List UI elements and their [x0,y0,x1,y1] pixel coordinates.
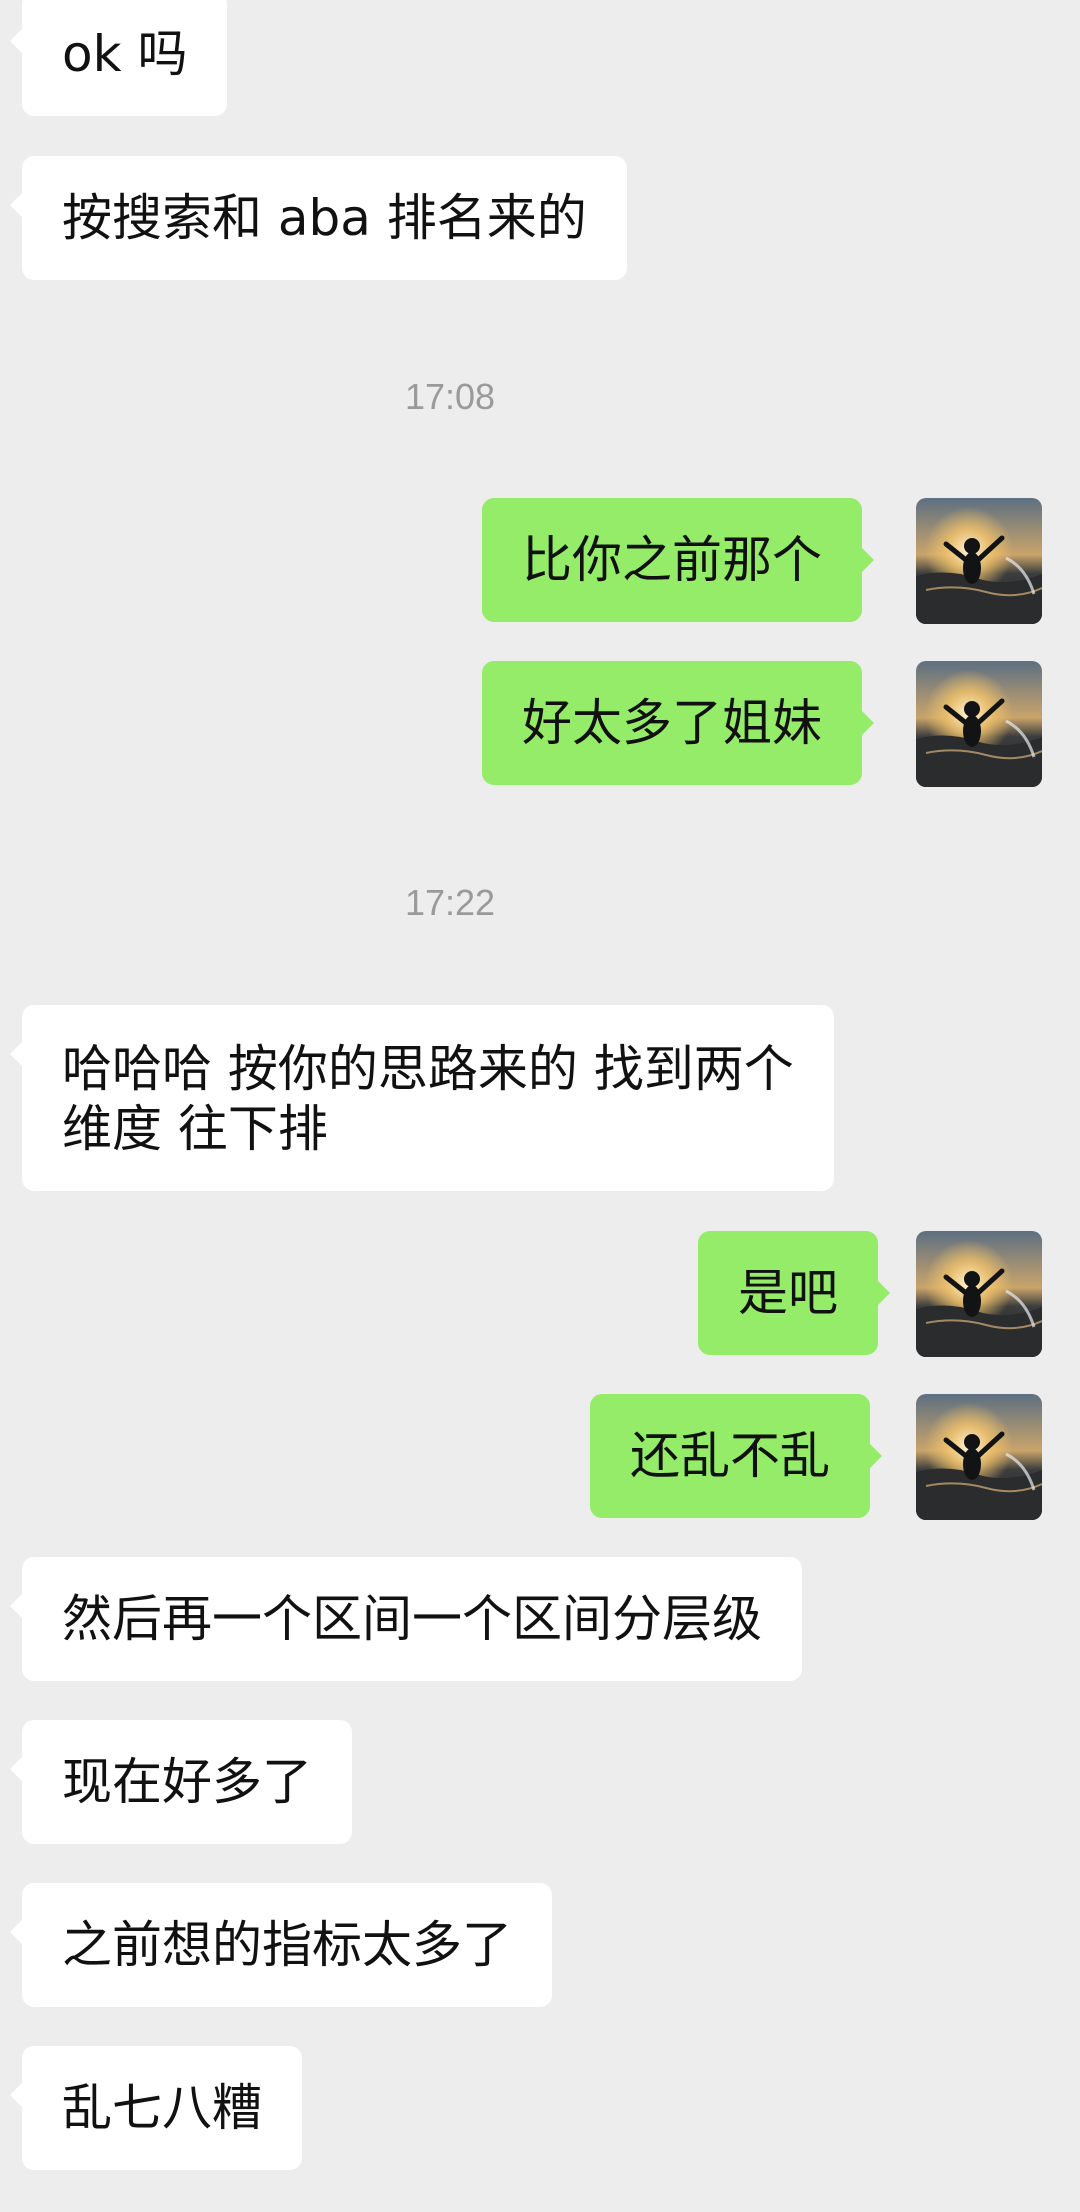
message-text: 是吧 [738,1264,838,1322]
bubble-tail [861,547,874,573]
outgoing-message-bubble[interactable]: 好太多了姐妹 [482,661,874,785]
message-text: 比你之前那个 [522,531,822,589]
avatar-person-in-water-icon [916,661,1042,787]
message-text: 按搜索和 aba 排名来的 [62,189,587,247]
my-avatar[interactable] [916,1394,1042,1520]
incoming-message-bubble[interactable]: 之前想的指标太多了 [10,1883,552,2007]
incoming-message-bubble[interactable]: 然后再一个区间一个区间分层级 [10,1557,802,1681]
bubble-tail [10,192,23,218]
message-text: 然后再一个区间一个区间分层级 [62,1590,762,1648]
message-text: 好太多了姐妹 [522,694,822,752]
bubble-tail [10,1756,23,1782]
incoming-message-bubble[interactable]: 乱七八糟 [10,2046,302,2170]
my-avatar[interactable] [916,498,1042,624]
incoming-message-bubble[interactable]: 按搜索和 aba 排名来的 [10,156,627,280]
chat-message-area[interactable]: ok 吗 按搜索和 aba 排名来的 17:08 比你之前那个 好太多了姐妹 1… [0,0,1080,2212]
bubble-tail [10,28,23,54]
incoming-message-bubble[interactable]: 现在好多了 [10,1720,352,1844]
avatar-person-in-water-icon [916,498,1042,624]
avatar-person-in-water-icon [916,1394,1042,1520]
outgoing-message-bubble[interactable]: 是吧 [698,1231,890,1355]
my-avatar[interactable] [916,661,1042,787]
message-text: 乱七八糟 [62,2079,262,2137]
message-text: ok 吗 [62,25,188,83]
my-avatar[interactable] [916,1231,1042,1357]
message-text-line: 哈哈哈 按你的思路来的 找到两个 [62,1040,794,1098]
incoming-message-bubble[interactable]: 哈哈哈 按你的思路来的 找到两个 维度 往下排 [10,1005,834,1191]
bubble-tail [10,1919,23,1945]
bubble-tail [869,1443,882,1469]
outgoing-message-bubble[interactable]: 比你之前那个 [482,498,874,622]
message-text: 之前想的指标太多了 [62,1916,512,1974]
message-text-line: 维度 往下排 [62,1100,328,1158]
message-text: 还乱不乱 [630,1427,830,1485]
outgoing-message-bubble[interactable]: 还乱不乱 [590,1394,882,1518]
timestamp: 17:22 [404,882,496,923]
bubble-tail [10,1593,23,1619]
avatar-person-in-water-icon [916,1231,1042,1357]
bubble-tail [10,1041,23,1067]
bubble-tail [10,2082,23,2108]
timestamp: 17:08 [404,376,496,417]
bubble-tail [861,710,874,736]
bubble-tail [877,1280,890,1306]
incoming-message-bubble[interactable]: ok 吗 [10,0,228,116]
message-text: 现在好多了 [62,1753,312,1811]
